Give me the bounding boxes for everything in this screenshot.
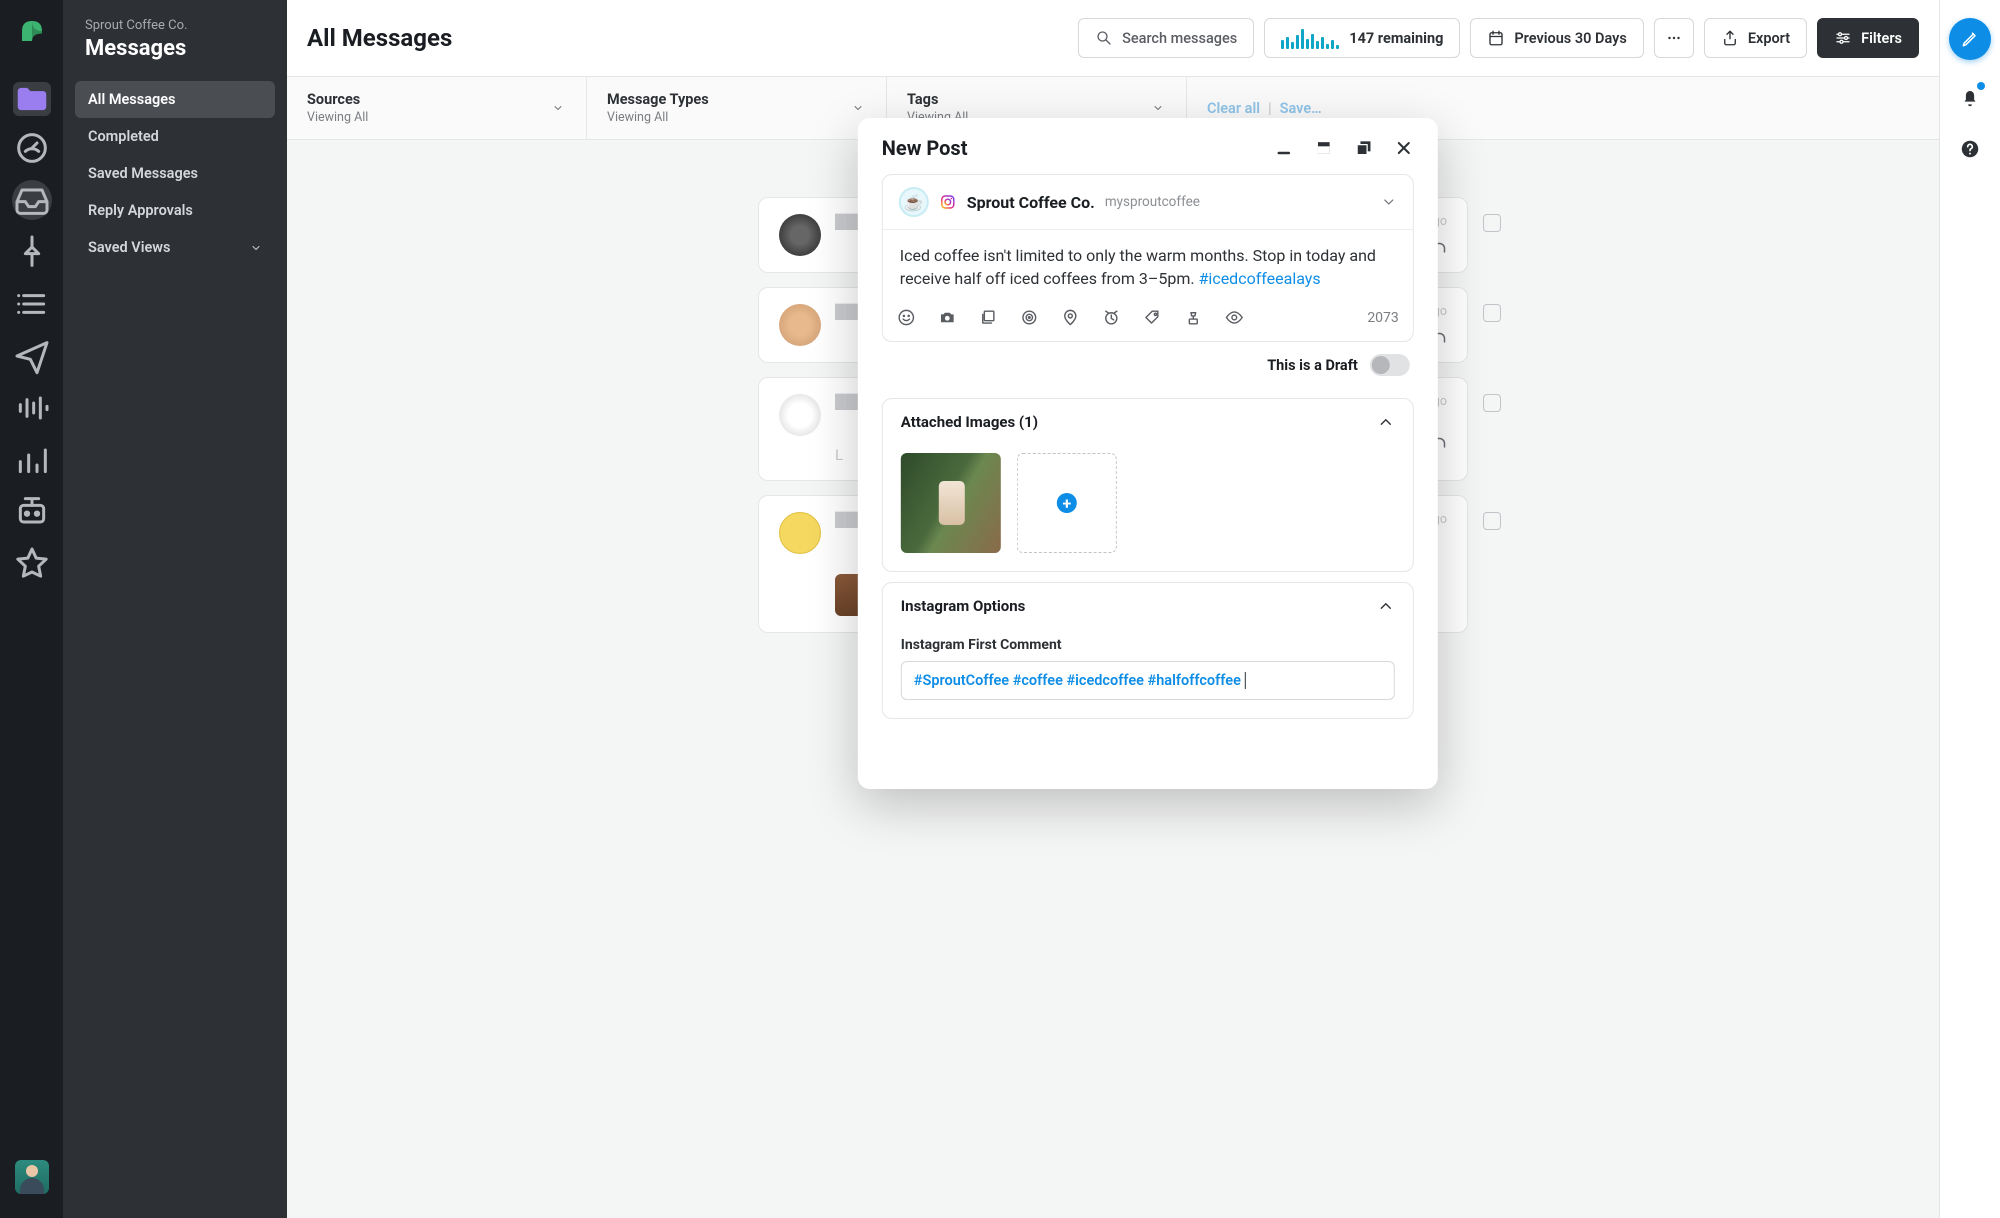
rail-send[interactable] [12, 336, 52, 376]
compose-modal: New Post ☕ Sprout Coffee Co. mysproutcof… [858, 118, 1438, 789]
sidebar-item-saved-messages[interactable]: Saved Messages [75, 155, 275, 192]
chevron-down-icon [1150, 102, 1166, 114]
alarm-icon[interactable] [1102, 308, 1121, 327]
rail-folder[interactable] [13, 82, 51, 116]
attached-images-header[interactable]: Attached Images (1) [883, 399, 1413, 445]
approval-icon[interactable] [1184, 308, 1203, 327]
account-handle: mysproutcoffee [1105, 194, 1200, 210]
instagram-options-section: Instagram Options Instagram First Commen… [882, 582, 1414, 719]
chevron-down-icon [850, 102, 866, 114]
ig-first-comment-label: Instagram First Comment [901, 637, 1395, 653]
maximize-button[interactable] [1354, 138, 1374, 158]
location-icon[interactable] [1061, 308, 1080, 327]
right-rail [1940, 0, 2000, 1218]
filter-message-types[interactable]: Message TypesViewing All [587, 77, 887, 139]
author-avatar [779, 304, 821, 346]
restore-button[interactable] [1314, 138, 1334, 158]
org-name: Sprout Coffee Co. [85, 18, 265, 33]
sidebar-item-reply-approvals[interactable]: Reply Approvals [75, 192, 275, 229]
sliders-icon [1834, 29, 1852, 47]
minimize-button[interactable] [1274, 138, 1294, 158]
attached-image-thumb[interactable] [901, 453, 1001, 553]
draft-toggle[interactable] [1370, 354, 1410, 376]
export-icon [1721, 29, 1739, 47]
chevron-down-icon [250, 242, 262, 254]
target-icon[interactable] [1020, 308, 1039, 327]
search-icon [1095, 29, 1113, 47]
rail-analytics[interactable] [12, 440, 52, 480]
compose-textarea[interactable]: Iced coffee isn't limited to only the wa… [883, 230, 1413, 300]
clear-all-link[interactable]: Clear all [1207, 100, 1260, 117]
save-filter-link[interactable]: Save… [1280, 100, 1322, 117]
card-checkbox[interactable] [1483, 214, 1501, 232]
topbar: All Messages Search messages 147 remaini… [287, 0, 1939, 77]
tag-icon[interactable] [1143, 308, 1162, 327]
card-checkbox[interactable] [1483, 304, 1501, 322]
draft-label: This is a Draft [1267, 357, 1358, 374]
sidebar-item-saved-views[interactable]: Saved Views [75, 229, 275, 266]
modal-title: New Post [882, 136, 968, 160]
more-button[interactable] [1654, 18, 1694, 58]
author-avatar [779, 394, 821, 436]
account-name: Sprout Coffee Co. [967, 193, 1095, 212]
help-button[interactable] [1959, 138, 1981, 164]
visibility-icon[interactable] [1225, 308, 1244, 327]
card-checkbox[interactable] [1483, 512, 1501, 530]
attached-images-section: Attached Images (1) + [882, 398, 1414, 572]
sidebar: Sprout Coffee Co. Messages All Messages … [63, 0, 287, 1218]
rail-inbox[interactable] [12, 180, 52, 220]
camera-icon[interactable] [938, 308, 957, 327]
instagram-options-header[interactable]: Instagram Options [883, 583, 1413, 629]
sidebar-item-all-messages[interactable]: All Messages [75, 81, 275, 118]
export-button[interactable]: Export [1704, 18, 1807, 58]
daterange-button[interactable]: Previous 30 Days [1470, 18, 1643, 58]
page-title: All Messages [307, 24, 452, 52]
carousel-icon[interactable] [979, 308, 998, 327]
chevron-down-icon [1381, 194, 1397, 210]
emoji-icon[interactable] [897, 308, 916, 327]
plus-icon: + [1057, 493, 1077, 513]
sidebar-item-completed[interactable]: Completed [75, 118, 275, 155]
dots-icon [1665, 29, 1683, 47]
add-image-button[interactable]: + [1017, 453, 1117, 553]
instagram-badge-icon [939, 193, 957, 211]
account-selector[interactable]: ☕ Sprout Coffee Co. mysproutcoffee [883, 175, 1413, 230]
compose-toolbar: 2073 [883, 300, 1413, 341]
chevron-up-icon [1377, 413, 1395, 431]
ig-first-comment-input[interactable]: #SproutCoffee #coffee #icedcoffee #halfo… [901, 661, 1395, 700]
section-title: Messages [85, 36, 265, 61]
account-avatar: ☕ [899, 187, 929, 217]
chevron-down-icon [550, 102, 566, 114]
compose-account-box: ☕ Sprout Coffee Co. mysproutcoffee Iced … [882, 174, 1414, 342]
sprout-logo [17, 16, 47, 46]
filter-sources[interactable]: SourcesViewing All [287, 77, 587, 139]
main: All Messages Search messages 147 remaini… [287, 0, 1940, 1218]
rail-dashboard[interactable] [12, 128, 52, 168]
user-avatar[interactable] [15, 1160, 49, 1194]
chevron-up-icon [1377, 597, 1395, 615]
search-input[interactable]: Search messages [1078, 18, 1254, 58]
rail-list[interactable] [12, 284, 52, 324]
author-avatar [779, 512, 821, 554]
compose-fab[interactable] [1949, 18, 1991, 60]
rail-bot[interactable] [12, 492, 52, 532]
usage-remaining[interactable]: 147 remaining [1264, 18, 1460, 58]
close-button[interactable] [1394, 138, 1414, 158]
app-rail [0, 0, 63, 1218]
notifications-button[interactable] [1959, 86, 1981, 112]
calendar-icon [1487, 29, 1505, 47]
card-checkbox[interactable] [1483, 394, 1501, 412]
rail-star[interactable] [12, 544, 52, 584]
char-count: 2073 [1367, 310, 1398, 326]
author-avatar [779, 214, 821, 256]
filters-button[interactable]: Filters [1817, 18, 1919, 58]
rail-audio[interactable] [12, 388, 52, 428]
rail-pin[interactable] [12, 232, 52, 272]
sparkline [1281, 27, 1339, 49]
